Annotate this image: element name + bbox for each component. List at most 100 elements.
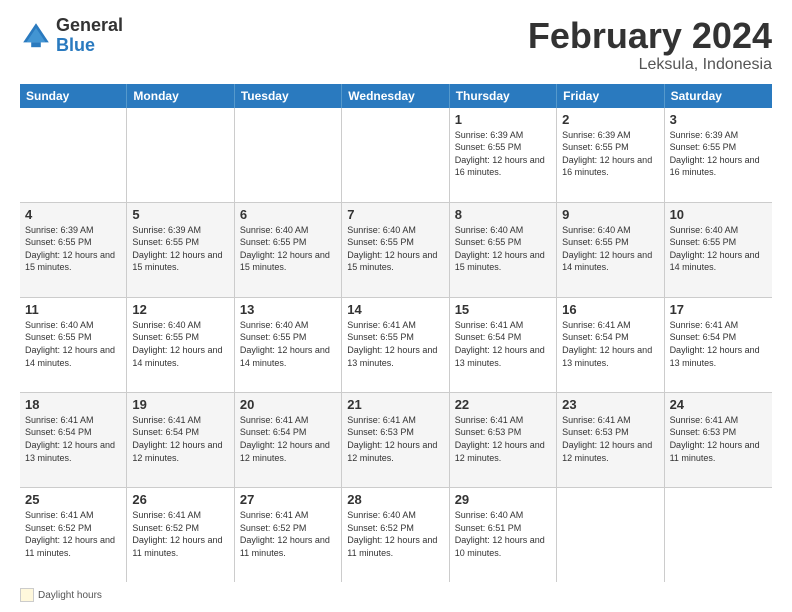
day-number: 12 — [132, 302, 228, 317]
day-number: 27 — [240, 492, 336, 507]
cal-header-tuesday: Tuesday — [235, 84, 342, 108]
cal-cell: 26Sunrise: 6:41 AM Sunset: 6:52 PM Dayli… — [127, 488, 234, 582]
title-block: February 2024 Leksula, Indonesia — [528, 16, 772, 74]
day-number: 3 — [670, 112, 767, 127]
cal-cell: 14 Sunrise: 6:41 AM Sunset: 6:55 PM Dayli… — [342, 298, 449, 392]
cal-cell — [127, 108, 234, 202]
day-number: 2 — [562, 112, 658, 127]
cell-info: Sunrise: 6:40 AM Sunset: 6:55 PM Dayligh… — [347, 224, 443, 274]
cal-header-saturday: Saturday — [665, 84, 772, 108]
day-number: 10 — [670, 207, 767, 222]
logo: General Blue — [20, 16, 123, 56]
cell-info: Sunrise: 6:41 AM Sunset: 6:53 PM Dayligh… — [347, 414, 443, 464]
cell-info: Sunrise: 6:41 AM Sunset: 6:54 PM Dayligh… — [562, 319, 658, 369]
cell-info: Sunrise: 6:40 AM Sunset: 6:55 PM Dayligh… — [562, 224, 658, 274]
day-number: 15 — [455, 302, 551, 317]
legend-color-daylight — [20, 588, 34, 602]
cal-cell: 24 Sunrise: 6:41 AM Sunset: 6:53 PM Dayli… — [665, 393, 772, 487]
cell-info: Sunrise: 6:41 AM Sunset: 6:53 PM Dayligh… — [562, 414, 658, 464]
cal-header-wednesday: Wednesday — [342, 84, 449, 108]
day-number: 7 — [347, 207, 443, 222]
cal-cell: 18 Sunrise: 6:41 AM Sunset: 6:54 PM Dayli… — [20, 393, 127, 487]
day-number: 11 — [25, 302, 121, 317]
cal-cell: 3 Sunrise: 6:39 AM Sunset: 6:55 PM Daylig… — [665, 108, 772, 202]
page: General Blue February 2024 Leksula, Indo… — [0, 0, 792, 612]
day-number: 26 — [132, 492, 228, 507]
cal-cell — [665, 488, 772, 582]
day-number: 23 — [562, 397, 658, 412]
day-number: 19 — [132, 397, 228, 412]
day-number: 24 — [670, 397, 767, 412]
cell-info: Sunrise: 6:39 AM Sunset: 6:55 PM Dayligh… — [455, 129, 551, 179]
cal-cell: 2 Sunrise: 6:39 AM Sunset: 6:55 PM Daylig… — [557, 108, 664, 202]
cell-info: Sunrise: 6:40 AM Sunset: 6:52 PM Dayligh… — [347, 509, 443, 559]
cal-cell: 13 Sunrise: 6:40 AM Sunset: 6:55 PM Dayli… — [235, 298, 342, 392]
day-number: 18 — [25, 397, 121, 412]
cal-row-4: 25 Sunrise: 6:41 AM Sunset: 6:52 PM Dayli… — [20, 488, 772, 582]
cell-info: Sunrise: 6:40 AM Sunset: 6:55 PM Dayligh… — [240, 224, 336, 274]
cell-info: Sunrise: 6:41 AM Sunset: 6:54 PM Dayligh… — [455, 319, 551, 369]
day-number: 28 — [347, 492, 443, 507]
day-number: 14 — [347, 302, 443, 317]
calendar-header: SundayMondayTuesdayWednesdayThursdayFrid… — [20, 84, 772, 108]
day-number: 21 — [347, 397, 443, 412]
day-number: 25 — [25, 492, 121, 507]
cal-cell — [235, 108, 342, 202]
cal-cell: 19 Sunrise: 6:41 AM Sunset: 6:54 PM Dayli… — [127, 393, 234, 487]
logo-icon — [20, 20, 52, 52]
day-number: 5 — [132, 207, 228, 222]
subtitle: Leksula, Indonesia — [528, 56, 772, 74]
day-number: 6 — [240, 207, 336, 222]
day-number: 20 — [240, 397, 336, 412]
day-number: 9 — [562, 207, 658, 222]
cell-info: Sunrise: 6:41 AM Sunset: 6:53 PM Dayligh… — [455, 414, 551, 464]
cell-info: Sunrise: 6:39 AM Sunset: 6:55 PM Dayligh… — [562, 129, 658, 179]
cal-cell: 7 Sunrise: 6:40 AM Sunset: 6:55 PM Daylig… — [342, 203, 449, 297]
cell-info: Sunrise: 6:41 AM Sunset: 6:54 PM Dayligh… — [670, 319, 767, 369]
cal-cell: 28 Sunrise: 6:40 AM Sunset: 6:52 PM Dayli… — [342, 488, 449, 582]
calendar-body: 1 Sunrise: 6:39 AM Sunset: 6:55 PM Daylig… — [20, 108, 772, 582]
day-number: 13 — [240, 302, 336, 317]
logo-general-text: General — [56, 16, 123, 36]
day-number: 22 — [455, 397, 551, 412]
cell-info: Sunrise: 6:40 AM Sunset: 6:55 PM Dayligh… — [25, 319, 121, 369]
cal-header-thursday: Thursday — [450, 84, 557, 108]
main-title: February 2024 — [528, 16, 772, 56]
cell-info: Sunrise: 6:40 AM Sunset: 6:55 PM Dayligh… — [670, 224, 767, 274]
cell-info: Sunrise: 6:40 AM Sunset: 6:55 PM Dayligh… — [240, 319, 336, 369]
cell-info: Sunrise: 6:41 AM Sunset: 6:54 PM Dayligh… — [132, 414, 228, 464]
day-number: 29 — [455, 492, 551, 507]
cal-row-0: 1 Sunrise: 6:39 AM Sunset: 6:55 PM Daylig… — [20, 108, 772, 203]
day-number: 1 — [455, 112, 551, 127]
cal-cell: 9 Sunrise: 6:40 AM Sunset: 6:55 PM Daylig… — [557, 203, 664, 297]
cal-cell: 25 Sunrise: 6:41 AM Sunset: 6:52 PM Dayli… — [20, 488, 127, 582]
cal-cell: 12 Sunrise: 6:40 AM Sunset: 6:55 PM Dayli… — [127, 298, 234, 392]
cell-info: Sunrise: 6:41 AM Sunset: 6:54 PM Dayligh… — [25, 414, 121, 464]
logo-text: General Blue — [56, 16, 123, 56]
cell-info: Sunrise: 6:39 AM Sunset: 6:55 PM Dayligh… — [670, 129, 767, 179]
day-number: 17 — [670, 302, 767, 317]
cell-info: Sunrise: 6:41 AM Sunset: 6:52 PM Dayligh… — [240, 509, 336, 559]
cal-row-3: 18 Sunrise: 6:41 AM Sunset: 6:54 PM Dayli… — [20, 393, 772, 488]
cal-cell: 1 Sunrise: 6:39 AM Sunset: 6:55 PM Daylig… — [450, 108, 557, 202]
cal-cell: 10 Sunrise: 6:40 AM Sunset: 6:55 PM Dayli… — [665, 203, 772, 297]
cal-header-friday: Friday — [557, 84, 664, 108]
cell-info: Sunrise: 6:41 AM Sunset: 6:52 PM Dayligh… — [25, 509, 121, 559]
cal-cell: 29Sunrise: 6:40 AM Sunset: 6:51 PM Dayli… — [450, 488, 557, 582]
cal-cell: 4Sunrise: 6:39 AM Sunset: 6:55 PM Daylig… — [20, 203, 127, 297]
cell-info: Sunrise: 6:41 AM Sunset: 6:54 PM Dayligh… — [240, 414, 336, 464]
header: General Blue February 2024 Leksula, Indo… — [20, 16, 772, 74]
cell-info: Sunrise: 6:40 AM Sunset: 6:55 PM Dayligh… — [132, 319, 228, 369]
cell-info: Sunrise: 6:40 AM Sunset: 6:55 PM Dayligh… — [455, 224, 551, 274]
cal-cell: 27 Sunrise: 6:41 AM Sunset: 6:52 PM Dayli… — [235, 488, 342, 582]
day-number: 16 — [562, 302, 658, 317]
cal-cell: 5Sunrise: 6:39 AM Sunset: 6:55 PM Daylig… — [127, 203, 234, 297]
cell-info: Sunrise: 6:41 AM Sunset: 6:55 PM Dayligh… — [347, 319, 443, 369]
legend-item-daylight: Daylight hours — [20, 588, 102, 602]
cal-cell — [342, 108, 449, 202]
legend-daylight-label: Daylight hours — [38, 590, 102, 601]
cell-info: Sunrise: 6:41 AM Sunset: 6:53 PM Dayligh… — [670, 414, 767, 464]
cal-cell: 8Sunrise: 6:40 AM Sunset: 6:55 PM Daylig… — [450, 203, 557, 297]
logo-blue-text: Blue — [56, 36, 123, 56]
cell-info: Sunrise: 6:39 AM Sunset: 6:55 PM Dayligh… — [25, 224, 121, 274]
